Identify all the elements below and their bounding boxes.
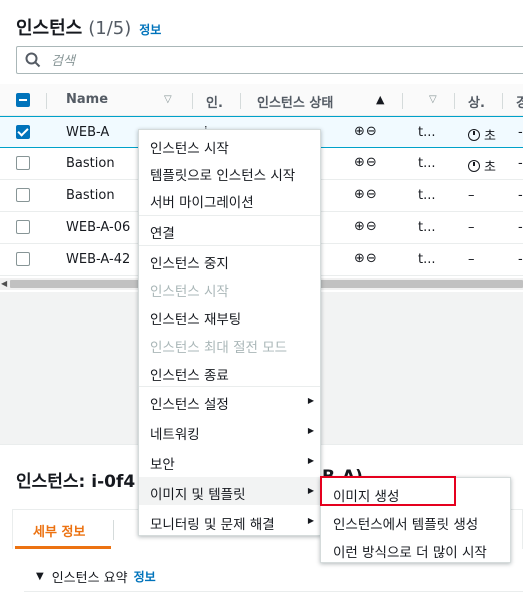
instance-type: t...	[418, 156, 436, 171]
menu-item-migrate-server[interactable]: 서버 마이그레이션	[139, 185, 320, 213]
menu-item-hibernate-instance: 인스턴스 최대 절전 모드	[150, 340, 288, 356]
menu-item-launch-instance[interactable]: 인스턴스 시작	[139, 131, 320, 159]
zoom-icons[interactable]: ⊕⊖	[354, 187, 378, 202]
menu-item-launch-from-template[interactable]: 템플릿으로 인스턴스 시작	[139, 158, 320, 186]
menu-item-image-and-templates[interactable]: 이미지 및 템플릿 ▶	[139, 477, 320, 505]
submenu-arrow-icon: ▶	[307, 426, 314, 435]
instance-summary-header[interactable]: ▼ 인스턴스 요약 정보	[36, 567, 156, 586]
active-tab-indicator	[15, 546, 111, 549]
column-divider	[502, 93, 503, 109]
row-checkbox[interactable]	[16, 156, 30, 170]
highlight-annotation-box	[320, 476, 456, 506]
submenu-arrow-icon: ▶	[307, 396, 314, 405]
zoom-icons[interactable]: ⊕⊖	[354, 124, 378, 139]
column-divider	[46, 93, 47, 109]
sort-caret-icon[interactable]: ▽	[429, 94, 437, 105]
table-header: Name ▽ 인. 인스턴스 상태 ▲ ▽ 상. 경	[0, 84, 523, 116]
select-all-checkbox[interactable]	[16, 93, 30, 107]
status-check: –	[468, 252, 475, 267]
status-check: 초	[468, 156, 496, 175]
column-divider	[402, 93, 403, 109]
divider	[24, 591, 523, 592]
row-checkbox[interactable]	[16, 188, 30, 202]
alarm-status: -	[518, 220, 523, 235]
status-check: –	[468, 220, 475, 235]
menu-item-terminate-instance[interactable]: 인스턴스 종료	[139, 358, 320, 386]
column-divider	[454, 93, 455, 109]
alarm-status: -	[518, 252, 523, 267]
menu-item-start-instance: 인스턴스 시작	[150, 284, 229, 300]
zoom-icons[interactable]: ⊕⊖	[354, 219, 378, 234]
tab-details[interactable]: 세부 정보	[33, 521, 85, 540]
column-header-alarm[interactable]: 경	[516, 92, 523, 111]
menu-item-reboot-instance[interactable]: 인스턴스 재부팅	[139, 302, 320, 330]
sort-ascending-icon[interactable]: ▲	[376, 93, 384, 106]
submenu-item-launch-more-like-this[interactable]: 이런 방식으로 더 많이 시작	[321, 535, 510, 563]
info-link[interactable]: 정보	[139, 21, 161, 38]
caret-down-icon[interactable]: ▼	[36, 571, 44, 582]
page-title-row: 인스턴스 (1/5) 정보	[16, 14, 161, 40]
menu-item-instance-settings[interactable]: 인스턴스 설정 ▶	[139, 387, 320, 415]
submenu-arrow-icon: ▶	[307, 516, 314, 525]
menu-item-stop-instance[interactable]: 인스턴스 중지	[139, 246, 320, 274]
selection-count: (1/5)	[88, 18, 132, 39]
instance-type: t...	[418, 220, 436, 235]
search-box[interactable]	[16, 46, 523, 74]
alarm-status: -	[518, 125, 523, 140]
status-check: 초	[468, 125, 496, 144]
submenu-arrow-icon: ▶	[307, 486, 314, 495]
status-check: –	[468, 188, 475, 203]
page-title: 인스턴스	[16, 18, 83, 39]
search-icon	[25, 52, 41, 68]
sort-caret-icon[interactable]: ▽	[164, 94, 172, 105]
tab-divider	[113, 520, 114, 540]
summary-info-link[interactable]: 정보	[134, 568, 156, 585]
instance-name: WEB-A-06	[66, 220, 131, 235]
row-checkbox[interactable]	[16, 252, 30, 266]
alarm-status: -	[518, 156, 523, 171]
menu-item-monitor-and-troubleshoot[interactable]: 모니터링 및 문제 해결 ▶	[139, 507, 320, 535]
row-checkbox[interactable]	[16, 125, 30, 139]
detail-title: 인스턴스: i-0f4	[16, 472, 136, 492]
instance-type: t...	[418, 125, 436, 140]
column-divider	[192, 93, 193, 109]
submenu-arrow-icon: ▶	[307, 456, 314, 465]
column-header-status-check[interactable]: 상.	[468, 92, 485, 111]
submenu-item-create-template-from-instance[interactable]: 인스턴스에서 템플릿 생성	[321, 507, 510, 535]
instance-type: t...	[418, 188, 436, 203]
summary-label: 인스턴스 요약	[51, 571, 128, 586]
instance-name: Bastion	[66, 156, 115, 171]
row-checkbox[interactable]	[16, 220, 30, 234]
column-header-instance-id[interactable]: 인.	[206, 92, 223, 111]
instance-type: t...	[418, 252, 436, 267]
zoom-icons[interactable]: ⊕⊖	[354, 251, 378, 266]
column-header-instance-state[interactable]: 인스턴스 상태	[257, 92, 333, 111]
search-input[interactable]	[51, 51, 511, 71]
scroll-left-arrow-icon[interactable]: ◀	[1, 279, 7, 288]
alarm-status: -	[518, 188, 523, 203]
instance-context-menu: 인스턴스 시작 템플릿으로 인스턴스 시작 서버 마이그레이션 연결 인스턴스 …	[138, 129, 321, 536]
clock-icon	[468, 129, 480, 141]
column-divider	[240, 93, 241, 109]
zoom-icons[interactable]: ⊕⊖	[354, 155, 378, 170]
clock-icon	[468, 160, 480, 172]
instance-name: Bastion	[66, 188, 115, 203]
menu-item-networking[interactable]: 네트워킹 ▶	[139, 417, 320, 445]
instance-name: WEB-A-42	[66, 252, 131, 267]
instance-name: WEB-A	[66, 125, 110, 140]
column-header-name[interactable]: Name	[66, 92, 108, 107]
menu-item-connect[interactable]: 연결	[139, 216, 320, 244]
menu-item-security[interactable]: 보안 ▶	[139, 447, 320, 475]
